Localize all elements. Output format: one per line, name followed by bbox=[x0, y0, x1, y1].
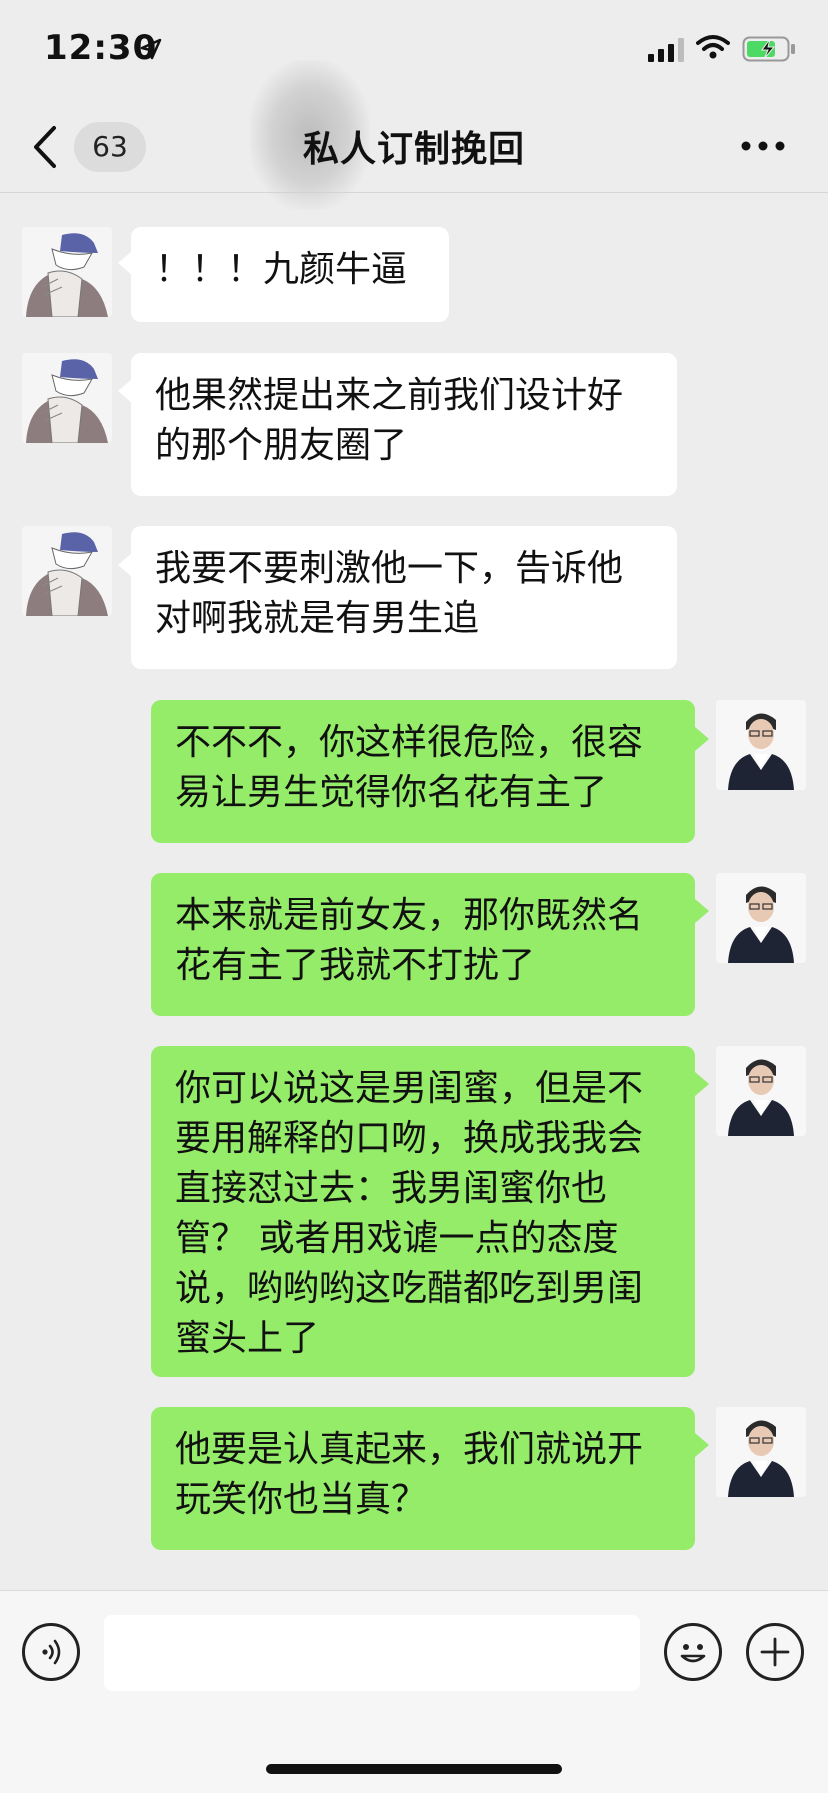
bubble-tail bbox=[118, 553, 132, 577]
girl-avatar-illustration bbox=[22, 353, 112, 443]
more-dots-icon[interactable] bbox=[740, 140, 786, 152]
signal-icon bbox=[648, 38, 684, 62]
emoji-icon bbox=[680, 1644, 706, 1663]
man-avatar-photo bbox=[716, 873, 806, 963]
girl-avatar-illustration bbox=[22, 526, 112, 616]
incoming-message-bubble[interactable]: 我要不要刺激他一下，告诉他对啊我就是有男生追 bbox=[131, 526, 677, 669]
outgoing-message-bubble[interactable]: 他要是认真起来，我们就说开玩笑你也当真？ bbox=[151, 1407, 695, 1550]
girl-avatar-illustration bbox=[22, 227, 112, 317]
contact-avatar[interactable] bbox=[22, 526, 112, 616]
location-arrow-icon bbox=[140, 38, 162, 60]
chat-header: 63 私人订制挽回 bbox=[0, 60, 828, 210]
incoming-message-bubble[interactable]: ！！！九颜牛逼 bbox=[131, 227, 449, 322]
contact-avatar[interactable] bbox=[22, 353, 112, 443]
message-input[interactable] bbox=[104, 1615, 640, 1691]
battery-charging-icon bbox=[742, 36, 795, 62]
wifi-icon bbox=[696, 35, 730, 59]
man-avatar-photo bbox=[716, 1407, 806, 1497]
chat-title: 私人订制挽回 bbox=[302, 129, 525, 170]
man-avatar-photo bbox=[716, 700, 806, 790]
bubble-tail bbox=[118, 379, 132, 403]
incoming-message-bubble[interactable]: 他果然提出来之前我们设计好的那个朋友圈了 bbox=[131, 353, 677, 496]
plus-icon bbox=[760, 1637, 790, 1667]
bubble-tail bbox=[118, 251, 132, 275]
outgoing-message-bubble[interactable]: 本来就是前女友，那你既然名花有主了我就不打扰了 bbox=[151, 873, 695, 1016]
emoji-button[interactable] bbox=[664, 1623, 722, 1681]
plus-button[interactable] bbox=[746, 1623, 804, 1681]
home-indicator[interactable] bbox=[266, 1764, 562, 1774]
bubble-tail bbox=[695, 899, 709, 923]
status-bar: 12:30 bbox=[0, 0, 828, 100]
my-avatar[interactable] bbox=[716, 1407, 806, 1497]
voice-icon bbox=[42, 1639, 61, 1665]
my-avatar[interactable] bbox=[716, 1046, 806, 1136]
my-avatar[interactable] bbox=[716, 873, 806, 963]
message-row: ！！！九颜牛逼 bbox=[0, 193, 828, 322]
message-list[interactable]: ！！！九颜牛逼 他果然提出来之前我们设计好的那个朋友圈了 我要不要刺激他一下，告… bbox=[0, 193, 828, 1590]
input-bar bbox=[0, 1590, 828, 1793]
bubble-tail bbox=[695, 727, 709, 751]
bubble-tail bbox=[695, 1072, 709, 1096]
outgoing-message-bubble[interactable]: 你可以说这是男闺蜜，但是不要用解释的口吻，换成我我会直接怼过去：我男闺蜜你也管？… bbox=[151, 1046, 695, 1377]
outgoing-message-bubble[interactable]: 不不不，你这样很危险，很容易让男生觉得你名花有主了 bbox=[151, 700, 695, 843]
my-avatar[interactable] bbox=[716, 700, 806, 790]
contact-avatar[interactable] bbox=[22, 227, 112, 317]
man-avatar-photo bbox=[716, 1046, 806, 1136]
bubble-tail bbox=[695, 1433, 709, 1457]
voice-button[interactable] bbox=[22, 1623, 80, 1681]
